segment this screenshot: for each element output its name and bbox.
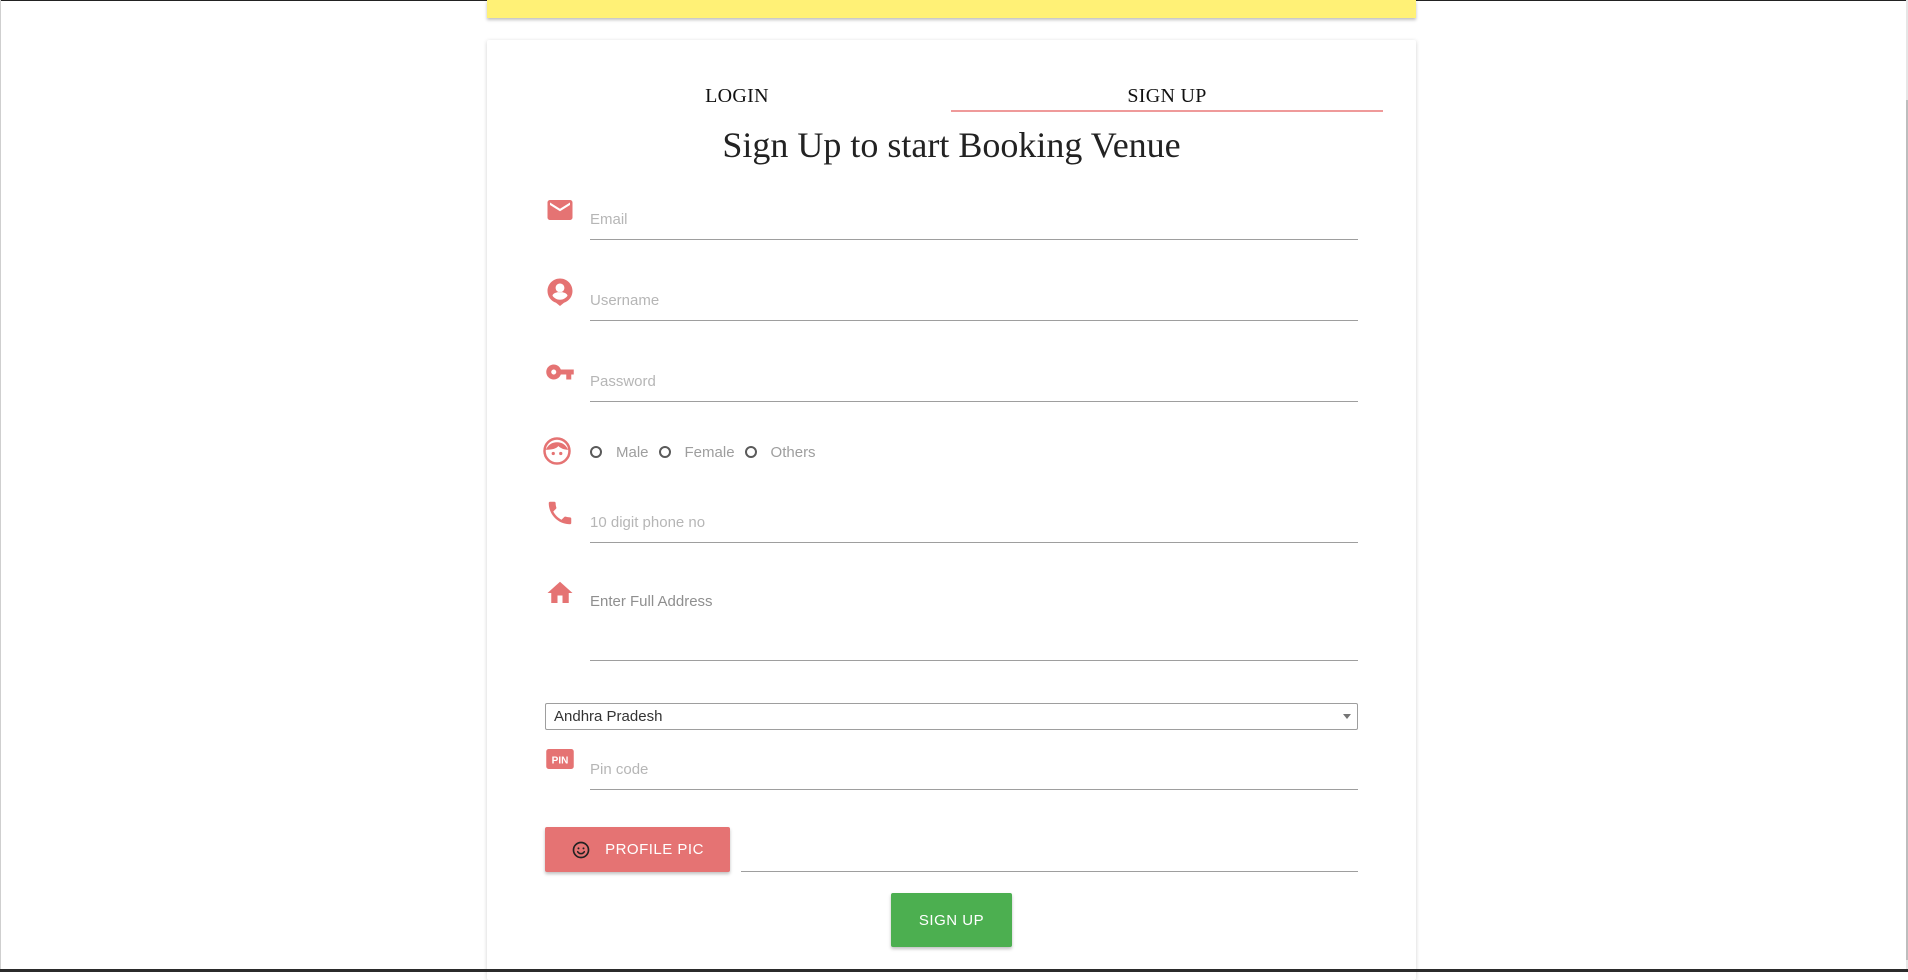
home-icon [545,578,575,608]
tab-login[interactable]: LOGIN [521,74,953,118]
gender-label-female: Female [684,443,735,461]
gender-radio-male[interactable]: Male [590,444,649,461]
radio-circle-icon[interactable] [744,446,757,458]
state-select-value: Andhra Pradesh [554,708,663,725]
face-icon [542,436,572,466]
gender-radio-group: Male Female Others [590,442,826,462]
header-bar [487,0,1416,18]
address-field[interactable] [590,593,1358,661]
gender-label-male: Male [616,443,649,461]
window-left-edge [0,0,1,972]
password-field[interactable] [590,362,1358,402]
active-tab-indicator [951,110,1383,112]
phone-icon [545,498,575,528]
chevron-down-icon [1343,714,1351,719]
file-path-field[interactable] [741,871,1358,872]
gender-label-others: Others [770,443,816,461]
smiley-icon [571,840,591,860]
gender-radio-others[interactable]: Others [744,443,816,461]
pincode-field[interactable] [590,750,1358,790]
pin-icon: PIN [545,744,575,774]
key-icon [545,357,575,387]
gender-radio-female[interactable]: Female [658,443,735,461]
radio-circle-icon[interactable] [658,446,671,458]
profile-pic-button[interactable]: PROFILE PIC [545,827,730,872]
radio-circle-icon[interactable] [590,446,602,458]
page-title: Sign Up to start Booking Venue [722,125,1181,165]
state-select[interactable]: Andhra Pradesh [545,703,1358,730]
email-field[interactable] [590,200,1358,240]
account-circle-icon [545,276,575,306]
email-icon [545,195,575,225]
pin-badge-text: PIN [552,755,569,766]
auth-card: LOGIN SIGN UP Sign Up to start Booking V… [487,40,1416,980]
username-field[interactable] [590,281,1358,321]
profile-pic-label: PROFILE PIC [605,841,704,858]
phone-field[interactable] [590,503,1358,543]
signup-button[interactable]: SIGN UP [891,893,1012,947]
